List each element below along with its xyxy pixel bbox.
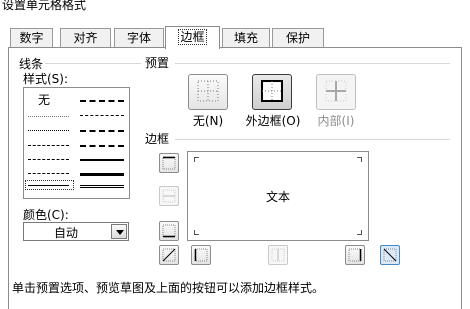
border-left-button[interactable] bbox=[191, 245, 211, 265]
color-select-value: 自动 bbox=[53, 226, 78, 240]
border-middle-horizontal-button[interactable] bbox=[159, 186, 179, 206]
line-style-slant-dash-dot[interactable] bbox=[80, 115, 124, 116]
preset-none-label: 无(N) bbox=[192, 114, 224, 128]
line-style-thick[interactable] bbox=[80, 173, 124, 176]
preset-inside-label: 内部(I) bbox=[317, 114, 355, 128]
border-diagonal-up-button[interactable] bbox=[159, 245, 179, 265]
border-middle-horizontal-icon bbox=[162, 189, 176, 203]
line-style-medium-dash-dot[interactable] bbox=[80, 130, 124, 132]
color-label: 颜色(C): bbox=[23, 208, 69, 222]
dialog-title-bar: 设置单元格格式 bbox=[0, 0, 470, 14]
line-style-medium[interactable] bbox=[80, 159, 124, 161]
border-left-icon bbox=[194, 248, 208, 262]
tab-font[interactable]: 字体 bbox=[114, 28, 164, 48]
border-bottom-button[interactable] bbox=[159, 221, 179, 241]
border-diagonal-down-button[interactable] bbox=[380, 245, 400, 265]
border-inside-icon bbox=[325, 80, 347, 102]
line-style-double[interactable] bbox=[80, 185, 124, 188]
preview-text: 文本 bbox=[265, 190, 290, 204]
dialog-title: 设置单元格格式 bbox=[2, 0, 87, 12]
border-top-button[interactable] bbox=[159, 153, 179, 173]
preset-inside-button[interactable] bbox=[316, 74, 356, 110]
chevron-down-icon[interactable] bbox=[111, 224, 127, 239]
preview-corner-top-right bbox=[357, 157, 362, 162]
border-none-icon bbox=[197, 80, 219, 102]
preset-none-button[interactable] bbox=[188, 74, 228, 110]
tab-border-label: 边框 bbox=[178, 29, 207, 45]
border-middle-vertical-icon bbox=[271, 248, 285, 262]
border-right-icon bbox=[348, 248, 362, 262]
border-middle-vertical-button[interactable] bbox=[268, 245, 288, 265]
tab-alignment[interactable]: 对齐 bbox=[60, 28, 111, 48]
hint-text: 单击预置选项、预览草图及上面的按钮可以添加边框样式。 bbox=[12, 281, 325, 295]
line-style-hair[interactable] bbox=[28, 116, 69, 117]
line-style-dash-dot-dot[interactable] bbox=[28, 145, 69, 146]
line-section-divider bbox=[45, 63, 141, 64]
preset-outline-button[interactable] bbox=[252, 74, 292, 110]
preset-section-divider bbox=[175, 63, 450, 64]
line-style-dashed[interactable] bbox=[28, 173, 69, 174]
line-style-dash-dot[interactable] bbox=[28, 159, 69, 160]
tab-fill[interactable]: 填充 bbox=[222, 28, 270, 48]
line-style-dotted[interactable] bbox=[28, 130, 69, 131]
border-outline-icon bbox=[261, 80, 283, 102]
tab-protection[interactable]: 保护 bbox=[272, 28, 324, 48]
line-style-medium-dashed[interactable] bbox=[80, 145, 124, 147]
preview-corner-top-left bbox=[194, 157, 199, 162]
preview-corner-bottom-left bbox=[194, 230, 199, 235]
preview-corner-bottom-right bbox=[357, 230, 362, 235]
border-section-divider bbox=[175, 139, 450, 140]
border-section-title: 边框 bbox=[145, 132, 170, 146]
preset-section-title: 预置 bbox=[145, 56, 170, 70]
line-style-list[interactable]: 无 bbox=[23, 87, 130, 199]
border-preview[interactable]: 文本 bbox=[187, 151, 369, 241]
line-style-label: 样式(S): bbox=[23, 72, 69, 86]
preset-outline-label: 外边框(O) bbox=[245, 114, 301, 128]
border-bottom-icon bbox=[162, 224, 176, 238]
border-diagonal-up-icon bbox=[162, 248, 176, 262]
line-style-medium-dash-dot-dot[interactable] bbox=[80, 100, 124, 102]
tab-border[interactable]: 边框 bbox=[165, 26, 220, 49]
border-diagonal-down-icon bbox=[383, 248, 397, 262]
border-right-button[interactable] bbox=[345, 245, 365, 265]
line-style-selection bbox=[25, 180, 74, 190]
tab-number[interactable]: 数字 bbox=[10, 28, 53, 48]
line-style-none[interactable]: 无 bbox=[38, 91, 50, 108]
border-top-icon bbox=[162, 156, 176, 170]
color-select[interactable]: 自动 bbox=[23, 222, 129, 241]
